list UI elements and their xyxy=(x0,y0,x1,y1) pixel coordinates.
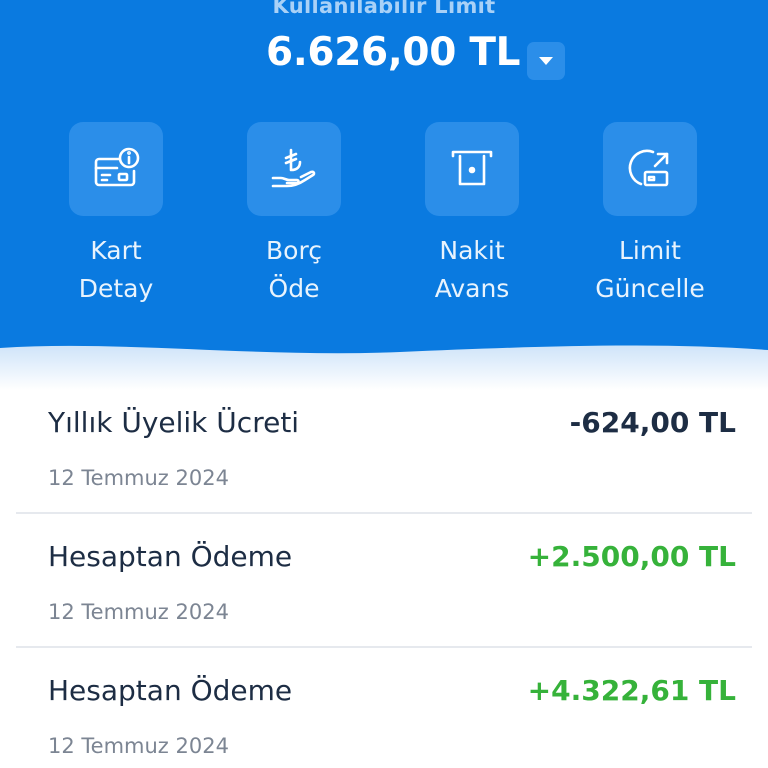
transaction-row[interactable]: Hesaptan Ödeme 12 Temmuz 2024 +2.500,00 … xyxy=(16,514,752,648)
screen: Kullanılabilir Limit 6.626,00 TL Kart De… xyxy=(0,0,768,768)
card-info-icon xyxy=(94,147,140,187)
update-limit-tile xyxy=(603,122,697,216)
card-detail-tile xyxy=(69,122,163,216)
transaction-title: Hesaptan Ödeme xyxy=(48,540,293,573)
update-limit-button[interactable]: Limit Güncelle xyxy=(560,122,740,308)
update-limit-label: Limit Güncelle xyxy=(595,236,705,303)
atm-icon xyxy=(451,150,493,186)
transaction-row[interactable]: Hesaptan Ödeme 12 Temmuz 2024 +4.322,61 … xyxy=(16,648,752,768)
pay-debt-button[interactable]: Borç Öde xyxy=(204,122,384,308)
transaction-title: Yıllık Üyelik Ücreti xyxy=(48,406,300,439)
transaction-title: Hesaptan Ödeme xyxy=(48,674,293,707)
chevron-down-icon xyxy=(539,57,553,65)
pay-debt-tile xyxy=(247,122,341,216)
card-detail-button[interactable]: Kart Detay xyxy=(26,122,206,308)
transaction-list: Yıllık Üyelik Ücreti 12 Temmuz 2024 -624… xyxy=(16,380,752,768)
cash-advance-button[interactable]: Nakit Avans xyxy=(382,122,562,308)
transaction-date: 12 Temmuz 2024 xyxy=(48,734,229,758)
transaction-amount: +2.500,00 TL xyxy=(527,540,736,573)
lira-hand-icon xyxy=(271,148,316,188)
limit-refresh-icon xyxy=(628,149,669,187)
available-limit-label: Kullanılabilir Limit xyxy=(272,0,496,18)
available-limit-amount: 6.626,00 TL xyxy=(266,30,521,75)
transaction-row[interactable]: Yıllık Üyelik Ücreti 12 Temmuz 2024 -624… xyxy=(16,380,752,514)
pay-debt-label: Borç Öde xyxy=(266,236,322,303)
transaction-date: 12 Temmuz 2024 xyxy=(48,600,229,624)
cash-advance-tile xyxy=(425,122,519,216)
card-detail-label: Kart Detay xyxy=(78,236,154,303)
limit-dropdown-button[interactable] xyxy=(527,42,565,80)
cash-advance-label: Nakit Avans xyxy=(434,236,510,303)
transaction-date: 12 Temmuz 2024 xyxy=(48,466,229,490)
card-header: Kullanılabilir Limit 6.626,00 TL Kart De… xyxy=(0,0,768,380)
transaction-amount: +4.322,61 TL xyxy=(527,674,736,707)
transaction-amount: -624,00 TL xyxy=(569,406,736,439)
